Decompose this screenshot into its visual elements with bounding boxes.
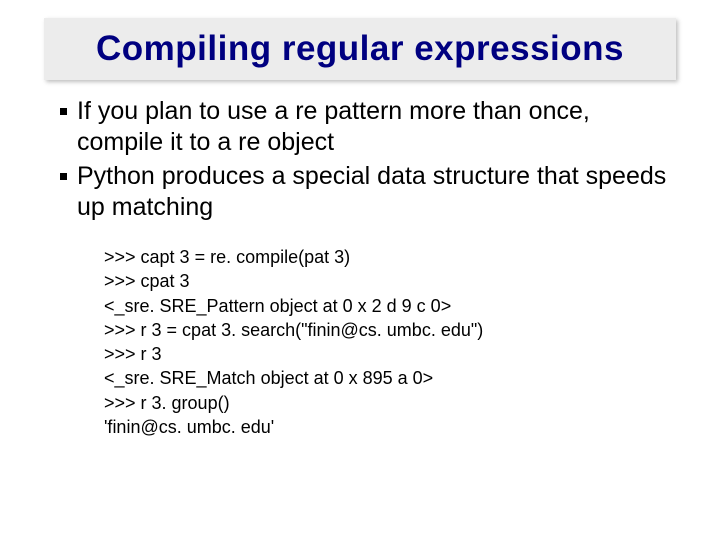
code-line: >>> capt 3 = re. compile(pat 3) xyxy=(104,245,680,269)
title-box: Compiling regular expressions xyxy=(44,18,676,80)
code-line: >>> r 3 xyxy=(104,342,680,366)
bullet-icon xyxy=(60,173,67,180)
slide: Compiling regular expressions If you pla… xyxy=(0,0,720,540)
bullet-text: If you plan to use a re pattern more tha… xyxy=(77,96,680,159)
code-block: >>> capt 3 = re. compile(pat 3) >>> cpat… xyxy=(104,245,680,439)
code-line: >>> r 3 = cpat 3. search("finin@cs. umbc… xyxy=(104,318,680,342)
bullet-item: If you plan to use a re pattern more tha… xyxy=(60,96,680,159)
code-line: >>> r 3. group() xyxy=(104,391,680,415)
code-line: >>> cpat 3 xyxy=(104,269,680,293)
code-line: <_sre. SRE_Pattern object at 0 x 2 d 9 c… xyxy=(104,294,680,318)
code-line: <_sre. SRE_Match object at 0 x 895 a 0> xyxy=(104,366,680,390)
bullet-text: Python produces a special data structure… xyxy=(77,161,680,224)
slide-body: If you plan to use a re pattern more tha… xyxy=(60,96,680,439)
slide-title: Compiling regular expressions xyxy=(96,29,624,69)
bullet-item: Python produces a special data structure… xyxy=(60,161,680,224)
code-line: 'finin@cs. umbc. edu' xyxy=(104,415,680,439)
bullet-icon xyxy=(60,108,67,115)
